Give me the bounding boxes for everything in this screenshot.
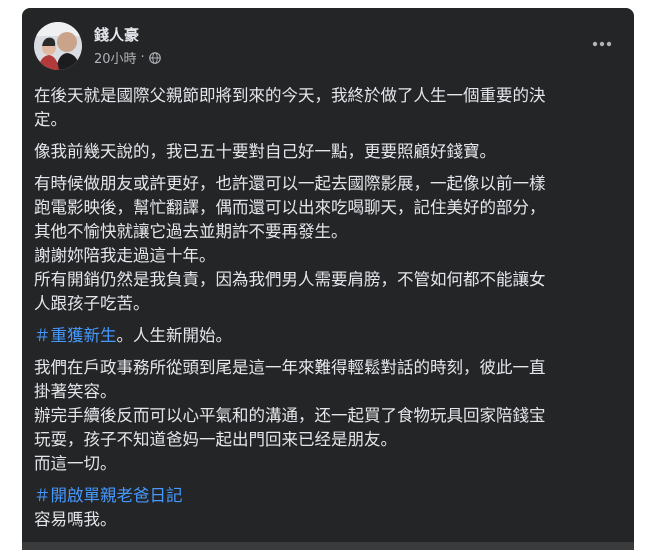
post-paragraph: 有時候做朋友或許更好，也許還可以一起去國際影展，一起像以前一樣 跑電影映後，幫忙…	[34, 172, 620, 316]
hashtag-link[interactable]: ＃重獲新生	[34, 326, 117, 345]
post-text-line: 謝謝妳陪我走過這十年。	[34, 246, 216, 265]
post-text-line: 跑電影映後，幫忙翻譯，偶而還可以出來吃喝聊天，記住美好的部分，	[34, 198, 546, 217]
avatar-photo	[34, 22, 82, 70]
post-meta: 20小時 ·	[94, 48, 161, 67]
post-paragraph: ＃重獲新生。人生新開始。	[34, 324, 620, 348]
post-text-line: 我們在戶政事務所從頭到尾是這一年來難得輕鬆對話的時刻，彼此一直	[34, 358, 546, 377]
post-text-line: 而這一切。	[34, 454, 117, 473]
author-avatar[interactable]	[34, 22, 82, 70]
post-text-line: ＃開啟單親老爸日記	[34, 484, 620, 508]
globe-icon[interactable]	[148, 51, 161, 64]
post-timestamp[interactable]: 20小時	[94, 48, 137, 67]
post-card: 錢人豪 20小時 · 在後天就是國際父親節即將到來的今天，我終於做了人生一個重要…	[22, 8, 634, 550]
author-name[interactable]: 錢人豪	[94, 24, 139, 45]
post-paragraph: 我們在戶政事務所從頭到尾是這一年來難得輕鬆對話的時刻，彼此一直 掛著笑容。 辦完…	[34, 356, 620, 476]
post-text: 。人生新開始。	[116, 326, 233, 345]
post-text-line: ＃重獲新生。人生新開始。	[34, 324, 620, 348]
post-text-line: 在後天就是國際父親節即將到來的今天，我終於做了人生一個重要的決	[34, 86, 546, 105]
hashtag-link[interactable]: ＃開啟單親老爸日記	[34, 486, 183, 505]
more-horizontal-icon	[592, 41, 612, 47]
post-text-line: 有時候做朋友或許更好，也許還可以一起去國際影展，一起像以前一樣	[34, 174, 546, 193]
post-paragraph: ＃開啟單親老爸日記 容易嗎我。	[34, 484, 620, 532]
post-text-line: 其他不愉快就讓它過去並期許不要再發生。	[34, 222, 348, 241]
post-body: 在後天就是國際父親節即將到來的今天，我終於做了人生一個重要的決 定。 像我前幾天…	[34, 84, 620, 540]
post-text-line: 定。	[34, 110, 67, 129]
post-text-line: 像我前幾天說的，我已五十要對自己好一點，更要照顧好錢寶。	[34, 142, 496, 161]
more-options-button[interactable]	[586, 32, 618, 56]
post-text-line: 辦完手續後反而可以心平氣和的溝通，还一起買了食物玩具回家陪錢宝	[34, 406, 546, 425]
post-text-line: 玩耍，孩子不知道爸妈一起出門回来已经是朋友。	[34, 430, 397, 449]
post-text-line: 掛著笑容。	[34, 382, 117, 401]
post-media-edge	[22, 542, 634, 550]
post-paragraph: 像我前幾天說的，我已五十要對自己好一點，更要照顧好錢寶。	[34, 140, 620, 164]
meta-separator: ·	[140, 50, 145, 65]
post-text-line: 人跟孩子吃苦。	[34, 294, 150, 313]
post-text-line: 容易嗎我。	[34, 510, 117, 529]
post-text-line: 所有開銷仍然是我負責，因為我們男人需要肩膀，不管如何都不能讓女	[34, 270, 546, 289]
post-header: 錢人豪 20小時 ·	[34, 22, 622, 74]
post-paragraph: 在後天就是國際父親節即將到來的今天，我終於做了人生一個重要的決 定。	[34, 84, 620, 132]
